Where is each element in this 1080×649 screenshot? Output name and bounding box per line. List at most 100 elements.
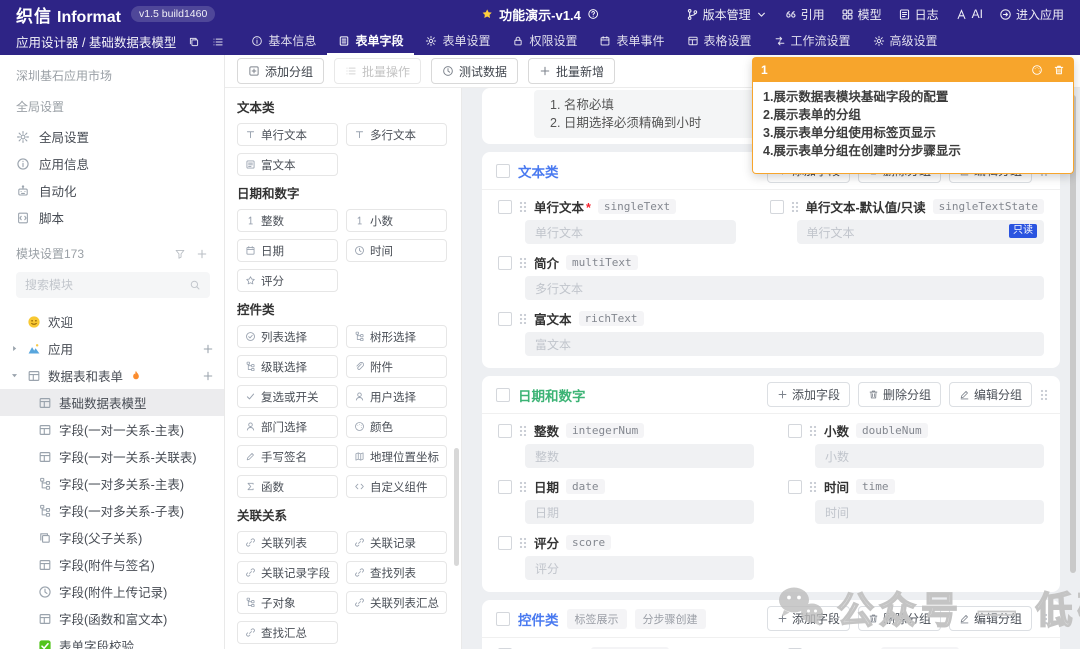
palette-item-department-select[interactable]: 部门选择 xyxy=(237,415,338,438)
topbar-menu-model[interactable]: 模型 xyxy=(841,6,882,23)
palette-item-relation-list[interactable]: 关联列表 xyxy=(237,531,338,554)
app-logo[interactable]: 织信 Informat xyxy=(16,2,121,27)
field-checkbox[interactable] xyxy=(498,424,512,438)
field-checkbox[interactable] xyxy=(498,536,512,550)
field-input[interactable]: 时间 xyxy=(815,500,1044,524)
field-checkbox[interactable] xyxy=(788,480,802,494)
palette-item-tree-select[interactable]: 树形选择 xyxy=(346,325,447,348)
palette-item-function[interactable]: 函数 xyxy=(237,475,338,498)
drag-handle-icon[interactable] xyxy=(809,481,817,492)
palette-item-list-select[interactable]: 列表选择 xyxy=(237,325,338,348)
palette-item-multi-line-text[interactable]: 多行文本 xyxy=(346,123,447,146)
palette-item-cascade-select[interactable]: 级联选择 xyxy=(237,355,338,378)
tree-item-field-parent-child[interactable]: 字段(父子关系) xyxy=(0,524,224,551)
field-checkbox[interactable] xyxy=(498,256,512,270)
palette-item-date[interactable]: 日期 xyxy=(237,239,338,262)
sidebar-item-global-settings[interactable]: 全局设置 xyxy=(0,123,224,150)
palette-item-rating[interactable]: 评分 xyxy=(237,269,338,292)
outline-icon[interactable] xyxy=(212,36,224,48)
tree-item-form-field-validation[interactable]: 表单字段校验 xyxy=(0,632,224,649)
plus-icon[interactable] xyxy=(202,343,214,355)
palette-item-lookup-list[interactable]: 查找列表 xyxy=(346,561,447,584)
tree-item-apps[interactable]: 应用 xyxy=(0,335,224,362)
theme-icon[interactable] xyxy=(1031,64,1043,76)
drag-handle-icon[interactable] xyxy=(519,425,527,436)
section-checkbox[interactable] xyxy=(496,164,510,178)
palette-item-rich-text[interactable]: 富文本 xyxy=(237,153,338,176)
tab-permission-settings[interactable]: 权限设置 xyxy=(501,28,588,55)
field-input[interactable]: 整数 xyxy=(525,444,754,468)
palette-item-signature[interactable]: 手写签名 xyxy=(237,445,338,468)
plus-icon[interactable] xyxy=(202,370,214,382)
palette-item-geo-location[interactable]: 地理位置坐标 xyxy=(346,445,447,468)
field-checkbox[interactable] xyxy=(498,312,512,326)
palette-item-color[interactable]: 颜色 xyxy=(346,415,447,438)
topbar-menu-reference[interactable]: 引用 xyxy=(784,6,825,23)
drag-handle-icon[interactable] xyxy=(809,425,817,436)
edit-group-button[interactable]: 编辑分组 xyxy=(949,382,1032,407)
section-checkbox[interactable] xyxy=(496,612,510,626)
topbar-menu-ai[interactable]: AI xyxy=(955,7,983,21)
topbar-menu-enter-app[interactable]: 进入应用 xyxy=(999,6,1064,23)
field-input[interactable]: 评分 xyxy=(525,556,754,580)
palette-item-lookup-summary[interactable]: 查找汇总 xyxy=(237,621,338,644)
tree-item-field-one2many-sub[interactable]: 字段(一对多关系-子表) xyxy=(0,497,224,524)
tree-item-field-one2many-main[interactable]: 字段(一对多关系-主表) xyxy=(0,470,224,497)
delete-group-button[interactable]: 删除分组 xyxy=(858,382,941,407)
sidebar-item-script[interactable]: 脚本 xyxy=(0,204,224,231)
field-input[interactable]: 多行文本 xyxy=(525,276,1044,300)
tree-item-field-one2one-main[interactable]: 字段(一对一关系-主表) xyxy=(0,416,224,443)
tree-item-field-one2one-related[interactable]: 字段(一对一关系-关联表) xyxy=(0,443,224,470)
palette-scrollbar[interactable] xyxy=(454,448,459,566)
palette-item-custom-component[interactable]: 自定义组件 xyxy=(346,475,447,498)
drag-handle-icon[interactable] xyxy=(791,201,799,212)
tree-item-welcome[interactable]: 欢迎 xyxy=(0,308,224,335)
field-input[interactable]: 日期 xyxy=(525,500,754,524)
sidebar-item-automation[interactable]: 自动化 xyxy=(0,177,224,204)
drag-handle-icon[interactable] xyxy=(519,257,527,268)
caret-down-icon[interactable] xyxy=(10,371,20,380)
drag-handle-icon[interactable] xyxy=(519,201,527,212)
palette-item-relation-record-field[interactable]: 关联记录字段 xyxy=(237,561,338,584)
test-data-button[interactable]: 测试数据 xyxy=(431,58,518,84)
tab-form-events[interactable]: 表单事件 xyxy=(588,28,675,55)
tab-form-settings[interactable]: 表单设置 xyxy=(414,28,501,55)
field-checkbox[interactable] xyxy=(498,480,512,494)
topbar-menu-logs[interactable]: 日志 xyxy=(898,6,939,23)
palette-item-integer[interactable]: 整数 xyxy=(237,209,338,232)
tab-table-settings[interactable]: 表格设置 xyxy=(676,28,763,55)
drag-handle-icon[interactable] xyxy=(1040,389,1048,400)
tree-item-field-function-richtext[interactable]: 字段(函数和富文本) xyxy=(0,605,224,632)
filter-icon[interactable] xyxy=(174,248,186,260)
field-input[interactable]: 富文本 xyxy=(525,332,1044,356)
tab-form-fields[interactable]: 表单字段 xyxy=(327,28,414,55)
palette-item-single-line-text[interactable]: 单行文本 xyxy=(237,123,338,146)
batch-add-button[interactable]: 批量新增 xyxy=(528,58,615,84)
palette-item-relation-list-summary[interactable]: 关联列表汇总 xyxy=(346,591,447,614)
tree-item-tables-and-forms[interactable]: 数据表和表单 xyxy=(0,362,224,389)
field-input[interactable]: 单行文本 xyxy=(525,220,736,244)
palette-item-sub-object[interactable]: 子对象 xyxy=(237,591,338,614)
palette-item-user-select[interactable]: 用户选择 xyxy=(346,385,447,408)
help-icon[interactable] xyxy=(587,8,599,20)
batch-operation-button[interactable]: 批量操作 xyxy=(334,58,421,84)
module-search-input[interactable] xyxy=(16,272,210,298)
tab-workflow-settings[interactable]: 工作流设置 xyxy=(763,28,862,55)
field-input[interactable]: 单行文本只读 xyxy=(797,220,1044,244)
field-checkbox[interactable] xyxy=(770,200,784,214)
field-checkbox[interactable] xyxy=(498,200,512,214)
section-checkbox[interactable] xyxy=(496,388,510,402)
topbar-menu-version-management[interactable]: 版本管理 xyxy=(686,6,768,23)
plus-icon[interactable] xyxy=(196,248,208,260)
tree-item-base-table-model[interactable]: 基础数据表模型 xyxy=(0,389,224,416)
tab-basic-info[interactable]: 基本信息 xyxy=(240,28,327,55)
drag-handle-icon[interactable] xyxy=(519,481,527,492)
trash-icon[interactable] xyxy=(1053,64,1065,76)
palette-item-time[interactable]: 时间 xyxy=(346,239,447,262)
drag-handle-icon[interactable] xyxy=(519,313,527,324)
tree-item-field-attachment-signature[interactable]: 字段(附件与签名) xyxy=(0,551,224,578)
field-checkbox[interactable] xyxy=(788,424,802,438)
field-input[interactable]: 小数 xyxy=(815,444,1044,468)
sidebar-item-app-info[interactable]: 应用信息 xyxy=(0,150,224,177)
tab-advanced-settings[interactable]: 高级设置 xyxy=(862,28,949,55)
